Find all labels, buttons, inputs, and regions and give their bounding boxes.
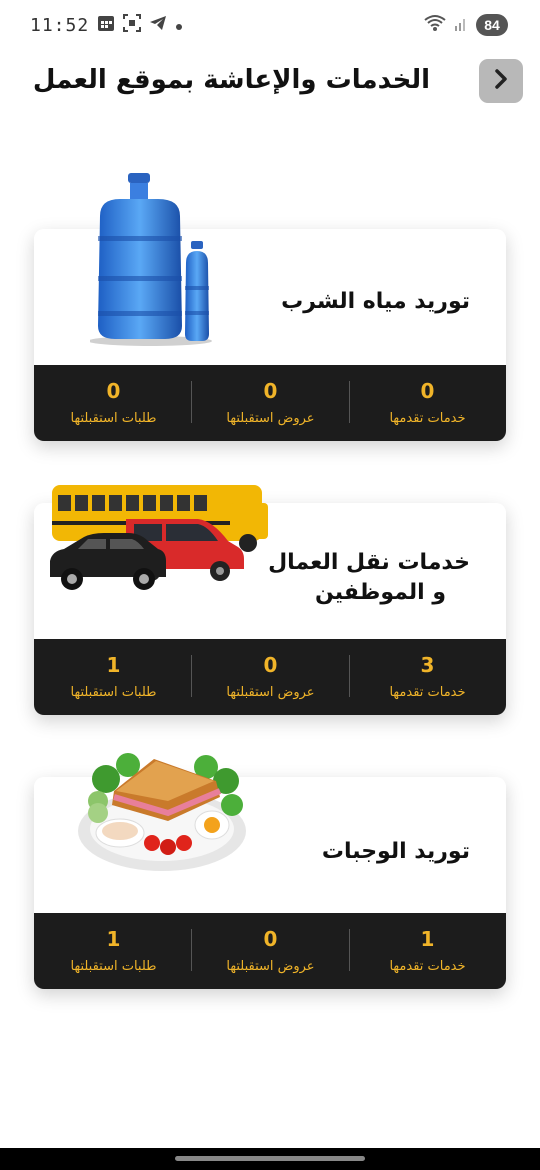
stat-offers-received[interactable]: 0 عروض استقبلتها bbox=[192, 913, 349, 989]
screenshot-icon bbox=[123, 14, 142, 36]
status-left: 11:52 bbox=[30, 14, 183, 36]
telegram-icon bbox=[149, 14, 167, 36]
service-card-meals[interactable]: توريد الوجبات 1 خدمات تقدمها 0 عروض استق… bbox=[34, 753, 506, 989]
stat-value: 1 bbox=[106, 653, 121, 677]
stat-label: خدمات تقدمها bbox=[389, 411, 466, 426]
stat-label: طلبات استقبلتها bbox=[70, 959, 157, 974]
divider bbox=[349, 381, 350, 423]
signal-icon bbox=[454, 14, 468, 36]
stat-label: عروض استقبلتها bbox=[226, 411, 315, 426]
stat-label: عروض استقبلتها bbox=[226, 685, 315, 700]
status-bar: 11:52 84 bbox=[0, 0, 540, 50]
card-title: توريد مياه الشرب bbox=[281, 289, 470, 314]
notification-dot-icon bbox=[175, 16, 183, 35]
stat-offers-received[interactable]: 0 عروض استقبلتها bbox=[192, 365, 349, 441]
card-stats: 0 خدمات تقدمها 0 عروض استقبلتها 0 طلبات … bbox=[34, 365, 506, 441]
stat-value: 3 bbox=[420, 653, 435, 677]
header: الخدمات والإعاشة بموقع العمل bbox=[0, 55, 540, 110]
stat-requests-received[interactable]: 0 طلبات استقبلتها bbox=[35, 365, 192, 441]
stat-services-offered[interactable]: 0 خدمات تقدمها bbox=[349, 365, 506, 441]
page-title: الخدمات والإعاشة بموقع العمل bbox=[32, 65, 430, 95]
card-stats: 3 خدمات تقدمها 0 عروض استقبلتها 1 طلبات … bbox=[34, 639, 506, 715]
divider bbox=[349, 655, 350, 697]
card-title-line2: و الموظفين bbox=[314, 580, 446, 605]
stat-value: 0 bbox=[263, 927, 278, 951]
calendar-icon bbox=[97, 14, 115, 36]
vehicles-illustration bbox=[48, 481, 270, 610]
stat-value: 1 bbox=[420, 927, 435, 951]
stat-label: طلبات استقبلتها bbox=[70, 411, 157, 426]
service-card-transport[interactable]: خدمات نقل العمال و الموظفين 3 خدمات تقدم… bbox=[34, 485, 506, 715]
stat-requests-received[interactable]: 1 طلبات استقبلتها bbox=[35, 913, 192, 989]
stat-label: طلبات استقبلتها bbox=[70, 685, 157, 700]
home-gesture-handle[interactable] bbox=[175, 1156, 365, 1161]
status-right: 84 bbox=[424, 14, 508, 36]
stat-value: 0 bbox=[263, 653, 278, 677]
back-button[interactable] bbox=[479, 59, 523, 103]
water-bottles-illustration bbox=[88, 171, 230, 350]
stat-label: خدمات تقدمها bbox=[389, 959, 466, 974]
stat-requests-received[interactable]: 1 طلبات استقبلتها bbox=[35, 639, 192, 715]
chevron-right-icon bbox=[492, 68, 510, 94]
system-nav-bar bbox=[0, 1148, 540, 1170]
stat-services-offered[interactable]: 3 خدمات تقدمها bbox=[349, 639, 506, 715]
service-card-water[interactable]: توريد مياه الشرب 0 خدمات تقدمها 0 عروض ا… bbox=[34, 173, 506, 441]
stat-value: 0 bbox=[420, 379, 435, 403]
stat-value: 1 bbox=[106, 927, 121, 951]
stat-offers-received[interactable]: 0 عروض استقبلتها bbox=[192, 639, 349, 715]
status-time: 11:52 bbox=[30, 14, 90, 36]
stat-value: 0 bbox=[106, 379, 121, 403]
card-stats: 1 خدمات تقدمها 0 عروض استقبلتها 1 طلبات … bbox=[34, 913, 506, 989]
stat-label: عروض استقبلتها bbox=[226, 959, 315, 974]
stat-label: خدمات تقدمها bbox=[389, 685, 466, 700]
meal-plate-illustration bbox=[76, 751, 248, 877]
card-title: توريد الوجبات bbox=[321, 839, 470, 864]
wifi-icon bbox=[424, 14, 446, 36]
stat-value: 0 bbox=[263, 379, 278, 403]
divider bbox=[349, 929, 350, 971]
battery-indicator: 84 bbox=[476, 14, 508, 36]
card-title-line1: خدمات نقل العمال bbox=[268, 550, 470, 575]
stat-services-offered[interactable]: 1 خدمات تقدمها bbox=[349, 913, 506, 989]
